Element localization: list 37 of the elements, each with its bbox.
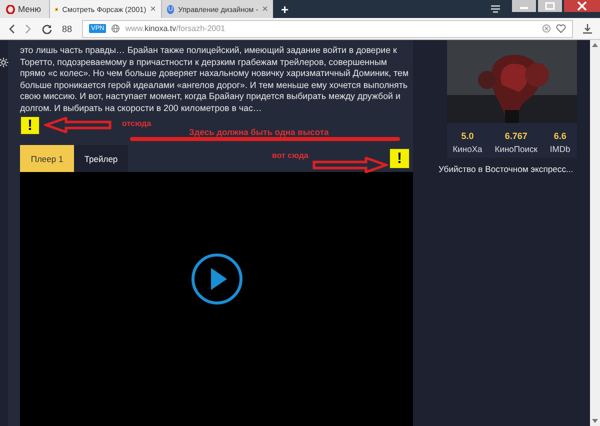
scroll-down-icon[interactable]: [592, 419, 598, 423]
annotation-text: вот сюда: [272, 151, 308, 160]
clear-icon[interactable]: [542, 24, 551, 33]
new-tab-button[interactable]: +: [272, 2, 297, 16]
tab-close-button[interactable]: ×: [262, 4, 268, 14]
scroll-up-icon[interactable]: [592, 43, 598, 47]
menu-icon[interactable]: [491, 5, 500, 13]
rating-value: 6.6: [554, 131, 566, 141]
globe-icon: [111, 24, 120, 33]
rating-source: КиноПоиск: [494, 144, 538, 154]
annotation-text: Здесь должна быть одна высота: [189, 127, 329, 137]
annotation-text: отсюда: [122, 118, 152, 128]
settings-icon[interactable]: [0, 57, 9, 68]
warning-marker: !: [20, 116, 40, 134]
rating-source: КиноХа: [452, 144, 482, 154]
movie-card[interactable]: 5.0 КиноХа 6.767 КиноПоиск 6.6 IMDb: [446, 40, 576, 158]
heart-icon[interactable]: [556, 24, 566, 33]
back-button[interactable]: [8, 24, 15, 34]
player-tab[interactable]: Плеер 1: [20, 145, 74, 172]
close-button[interactable]: [564, 0, 600, 12]
reload-button[interactable]: [42, 24, 52, 34]
rating-value: 6.767: [504, 131, 528, 141]
play-button[interactable]: [190, 253, 242, 305]
tab-close-button[interactable]: ×: [150, 4, 156, 14]
speed-dial-button[interactable]: 88: [62, 24, 72, 34]
warning-marker: !: [389, 148, 410, 169]
menu-button[interactable]: Меню: [0, 0, 49, 18]
player-tab[interactable]: Трейлер: [74, 145, 128, 172]
url-text: www.kinoxa.tv/forsazh-2001: [125, 24, 226, 33]
movie-title[interactable]: Убийство в Восточном экспресс...: [434, 158, 588, 174]
opera-icon: [6, 4, 15, 14]
movie-description: это лишь часть правды… Брайан также полицейский, имеющий задание войти в доверие к Торетто, подозреваемому в причастности к дерзким грабежам трейлеров, совершенным прямо «с колес». Но чем больше доверяет нахальному новичку харизматичный Доминик, тем больше проникается герой идеалами «ангелов дорог». И тем меньше ему хочется выполнять свою миссию. И вот, наступает момент, когда Брайану придется выбирать между дружбой и долгом. И выбирать на скорости в 200 километров в час…: [20, 44, 410, 114]
download-icon[interactable]: [583, 24, 592, 34]
scrollbar[interactable]: [590, 40, 600, 426]
rating-source: IMDb: [550, 144, 570, 154]
rating-value: 5.0: [461, 131, 474, 141]
left-arrow: [44, 117, 112, 133]
